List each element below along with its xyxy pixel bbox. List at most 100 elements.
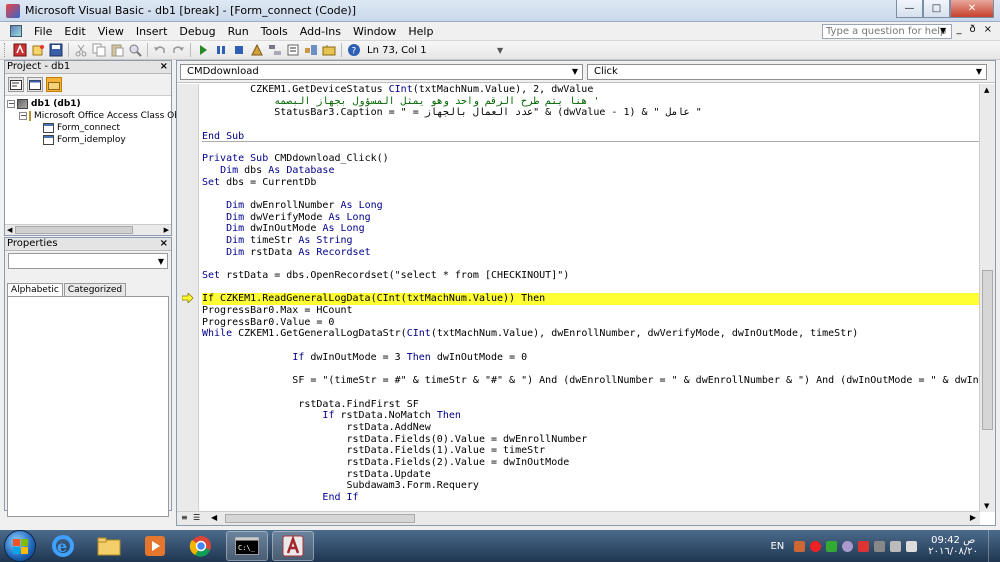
taskbar-access[interactable] [272,531,314,561]
tray-app-icon[interactable] [794,540,806,552]
tray-network-icon[interactable] [890,540,902,552]
code-line[interactable]: Set dbs = CurrentDb [202,177,980,189]
code-line[interactable]: هنا يتم طرح الرقم واحد وهو يمثل المسؤول … [202,96,980,108]
code-line[interactable] [202,340,980,352]
code-line[interactable]: SF = "(timeStr = #" & timeStr & "#" & ")… [202,375,980,387]
code-line[interactable]: Dim dwInOutMode As Long [202,223,980,235]
help-dropdown-icon[interactable]: ▼ [940,26,946,35]
properties-window-icon[interactable] [284,42,301,58]
code-line[interactable] [202,141,980,153]
scroll-thumb[interactable] [15,226,133,234]
code-vscrollbar[interactable]: ▲ ▼ [979,84,995,512]
tray-update-icon[interactable] [842,540,854,552]
code-line[interactable]: rstData.FindFirst SF [202,399,980,411]
code-line[interactable] [202,282,980,294]
find-icon[interactable] [126,42,143,58]
code-line[interactable]: Dim dwVerifyMode As Long [202,212,980,224]
code-line[interactable]: Dim timeStr As String [202,235,980,247]
menu-help[interactable]: Help [402,22,439,41]
menu-add-ins[interactable]: Add-Ins [294,22,347,41]
object-combo[interactable]: CMDdownload ▼ [180,64,583,80]
code-line[interactable]: rstData.Fields(0).Value = dwEnrollNumber [202,434,980,446]
menu-tools[interactable]: Tools [255,22,294,41]
properties-grid[interactable] [7,296,169,517]
scroll-left-icon[interactable]: ◀ [7,225,12,235]
toggle-folders-icon[interactable] [46,77,62,92]
view-code-icon[interactable] [8,77,24,92]
design-mode-icon[interactable] [248,42,265,58]
menu-run[interactable]: Run [222,22,255,41]
code-line[interactable]: rstData.Fields(2).Value = dwInOutMode [202,457,980,469]
code-line[interactable]: If rstData.NoMatch Then [202,410,980,422]
full-module-view-icon[interactable]: ☰ [193,513,200,522]
code-line[interactable] [202,258,980,270]
tray-acrobat-icon[interactable] [858,540,870,552]
taskbar-chrome[interactable] [180,531,222,561]
scroll-up-icon[interactable]: ▲ [984,86,989,94]
code-line[interactable]: Dim dbs As Database [202,165,980,177]
code-line[interactable]: End If [202,492,980,504]
tray-opera-icon[interactable] [810,540,822,552]
code-line[interactable]: Subdawam3.Form.Requery [202,480,980,492]
menu-edit[interactable]: Edit [58,22,91,41]
object-browser-icon[interactable] [302,42,319,58]
run-icon[interactable] [194,42,211,58]
taskbar-explorer[interactable] [88,531,130,561]
cut-icon[interactable] [72,42,89,58]
code-line[interactable]: Dim dwEnrollNumber As Long [202,200,980,212]
toolbar-grip[interactable] [4,43,7,57]
code-lines[interactable]: CZKEM1.GetDeviceStatus CInt(txtMachNum.V… [202,84,980,512]
chevron-down-icon[interactable]: ▼ [572,65,578,79]
scroll-thumb[interactable] [225,514,415,523]
code-editor[interactable]: CZKEM1.GetDeviceStatus CInt(txtMachNum.V… [177,84,980,512]
code-line[interactable]: While CZKEM1.GetGeneralLogDataStr(CInt(t… [202,328,980,340]
language-indicator[interactable]: EN [770,541,784,552]
tree-node-form-idemploy[interactable]: Form_idemploy [7,134,169,146]
menu-file[interactable]: File [28,22,58,41]
reset-icon[interactable] [230,42,247,58]
code-line[interactable]: Set rstData = dbs.OpenRecordset("select … [202,270,980,282]
code-line[interactable] [202,188,980,200]
code-hscrollbar[interactable]: ◀ ▶ ≡ ☰ [177,511,980,525]
clock[interactable]: 09:42 ص ٢٠١٦/٠٨/٢٠ [928,535,978,557]
collapse-icon[interactable]: − [7,100,15,108]
undo-icon[interactable] [151,42,168,58]
code-line[interactable]: If dwInOutMode = 3 Then dwInOutMode = 0 [202,352,980,364]
view-access-icon[interactable] [11,42,28,58]
toolbox-icon[interactable] [320,42,337,58]
chevron-down-icon[interactable]: ▼ [976,65,982,79]
menu-insert[interactable]: Insert [130,22,174,41]
scroll-right-icon[interactable]: ▶ [164,225,169,235]
menu-view[interactable]: View [92,22,130,41]
code-line[interactable]: ProgressBar0.Max = HCount [202,305,980,317]
menu-debug[interactable]: Debug [173,22,221,41]
taskbar-cmd[interactable]: C:\_ [226,531,268,561]
break-icon[interactable] [212,42,229,58]
object-select[interactable]: ▼ [8,253,168,269]
tray-flag-icon[interactable] [874,540,886,552]
scroll-thumb[interactable] [982,270,993,430]
mdi-minimize-button[interactable]: _ [956,24,961,35]
procedure-view-icon[interactable]: ≡ [181,513,188,522]
code-line[interactable] [202,387,980,399]
taskbar-ie[interactable]: e [42,531,84,561]
close-button[interactable]: ✕ [950,0,994,18]
margin-indicator-bar[interactable] [177,84,199,512]
chevron-down-icon[interactable]: ▼ [158,257,164,266]
maximize-button[interactable]: □ [923,0,950,18]
tray-security-icon[interactable] [826,540,838,552]
show-desktop-button[interactable] [988,530,1000,562]
help-icon[interactable]: ? [345,42,362,58]
insert-module-icon[interactable] [29,42,46,58]
tray-volume-icon[interactable] [906,540,918,552]
scroll-down-icon[interactable]: ▼ [984,502,989,510]
tab-alphabetic[interactable]: Alphabetic [7,283,63,296]
project-pane-close-button[interactable]: × [160,61,168,73]
save-icon[interactable] [47,42,64,58]
code-line[interactable] [202,364,980,376]
menu-window[interactable]: Window [347,22,402,41]
code-line[interactable]: StatusBar3.Caption = " = عدد العمال بالج… [202,107,980,119]
code-line[interactable]: ProgressBar0.Value = 0 [202,317,980,329]
code-line[interactable]: rstData.AddNew [202,422,980,434]
toolbar-options-icon[interactable]: ▼ [497,46,503,55]
